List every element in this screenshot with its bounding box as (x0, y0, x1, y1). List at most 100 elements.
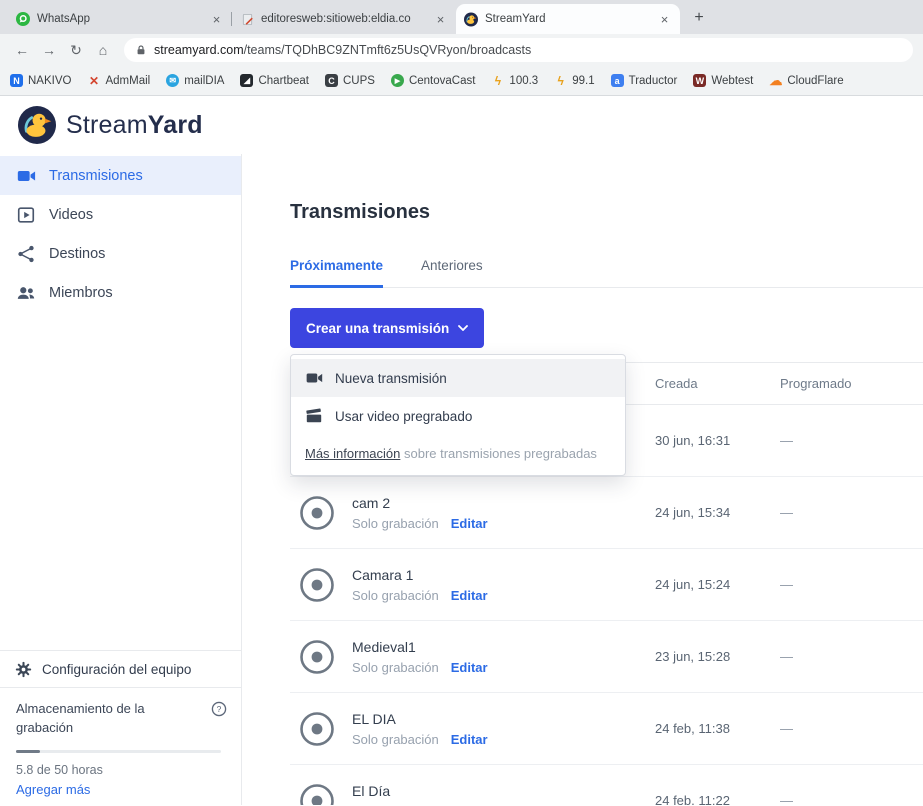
tab-title: WhatsApp (37, 13, 202, 25)
tab-streamyard[interactable]: StreamYard × (456, 4, 680, 34)
browser-toolbar: ← → ↻ ⌂ streamyard.com/teams/TQDhBC9ZNTm… (0, 34, 923, 66)
storage-section: Almacenamiento de la grabación ? 5.8 de … (0, 687, 241, 805)
main-content: Transmisiones Próximamente Anteriores Cr… (242, 154, 923, 805)
table-row[interactable]: Medieval1 Solo grabaciónEditar 23 jun, 1… (290, 621, 923, 693)
scheduled-date: — (780, 577, 923, 592)
tab-editoresweb[interactable]: editoresweb:sitioweb:eldia.co × (232, 4, 456, 34)
close-icon[interactable]: × (433, 12, 448, 27)
table-row[interactable]: Camara 1 Solo grabaciónEditar 24 jun, 15… (290, 549, 923, 621)
more-info-text: Más información sobre transmisiones preg… (291, 435, 625, 475)
reload-icon[interactable]: ↻ (64, 38, 88, 62)
bookmark-chartbeat[interactable]: Chartbeat (240, 74, 309, 87)
bookmark-cups[interactable]: CUPS (325, 74, 375, 87)
translate-icon (611, 74, 624, 87)
storage-progress-fill (16, 750, 40, 753)
storage-label: Almacenamiento de la grabación (16, 700, 168, 738)
whatsapp-icon (16, 12, 30, 26)
column-creada: Creada (655, 376, 780, 391)
bookmark-maildia[interactable]: mailDIA (166, 74, 224, 87)
tab-anteriores[interactable]: Anteriores (421, 258, 483, 288)
edit-link[interactable]: Editar (451, 516, 488, 531)
menu-item-video-pregrabado[interactable]: Usar video pregrabado (291, 397, 625, 435)
dove-icon (166, 74, 179, 87)
table-row[interactable]: EL DIA Solo grabaciónEditar 24 feb, 11:3… (290, 693, 923, 765)
tab-proximamente[interactable]: Próximamente (290, 258, 383, 288)
created-date: 24 jun, 15:24 (655, 577, 780, 592)
broadcast-title: Camara 1 (352, 567, 488, 583)
sidebar-item-transmisiones[interactable]: Transmisiones (0, 156, 241, 195)
bookmark-admmail[interactable]: AdmMail (87, 74, 150, 87)
bookmark-label: Webtest (711, 75, 753, 87)
create-broadcast: Crear una transmisión Nueva transmisión … (290, 308, 484, 348)
edit-link[interactable]: Editar (451, 660, 488, 675)
video-library-icon (16, 205, 36, 225)
people-icon (16, 283, 36, 303)
scheduled-date: — (780, 649, 923, 664)
bookmark-100-3[interactable]: 100.3 (491, 74, 538, 87)
create-broadcast-button[interactable]: Crear una transmisión (290, 308, 484, 348)
menu-item-nueva-transmision[interactable]: Nueva transmisión (291, 359, 625, 397)
table-row[interactable]: cam 2 Solo grabaciónEditar 24 jun, 15:34… (290, 477, 923, 549)
edit-link[interactable]: Editar (451, 732, 488, 747)
created-date: 24 jun, 15:34 (655, 505, 780, 520)
created-date: 30 jun, 16:31 (655, 433, 780, 448)
bookmark-cloudflare[interactable]: CloudFlare (769, 74, 843, 87)
scheduled-date: — (780, 793, 923, 805)
table-row[interactable]: El Día Solo grabación Editar 24 feb, 11:2… (290, 765, 923, 805)
broadcast-tabs: Próximamente Anteriores (290, 258, 923, 288)
lock-icon (135, 44, 147, 56)
broadcast-subtitle: Solo grabación (352, 732, 439, 747)
bookmark-label: 100.3 (509, 75, 538, 87)
record-icon (298, 710, 336, 748)
editor-page-icon (240, 12, 254, 26)
videocam-icon (16, 166, 36, 186)
sidebar-item-label: Miembros (49, 285, 113, 301)
back-icon[interactable]: ← (10, 38, 34, 62)
cloud-icon (769, 74, 782, 87)
lightning-icon (491, 74, 504, 87)
sidebar: Transmisiones Videos Destinos Miembros C… (0, 154, 242, 805)
help-icon[interactable]: ? (211, 701, 227, 722)
sidebar-item-miembros[interactable]: Miembros (0, 273, 241, 312)
streamyard-header: StreamYard (0, 96, 923, 154)
sidebar-item-label: Videos (49, 207, 93, 223)
share-icon (16, 244, 36, 264)
edit-link[interactable]: Editar (451, 804, 488, 806)
created-date: 24 feb, 11:22 (655, 793, 780, 805)
team-settings-button[interactable]: Configuración del equipo (0, 650, 241, 687)
close-icon[interactable]: × (209, 12, 224, 27)
close-icon[interactable]: × (657, 12, 672, 27)
new-tab-button[interactable]: + (686, 5, 712, 31)
edit-link[interactable]: Editar (451, 588, 488, 603)
videocam-icon (305, 369, 323, 387)
add-more-link[interactable]: Agregar más (16, 782, 225, 797)
tab-whatsapp[interactable]: WhatsApp × (8, 4, 232, 34)
bookmark-label: mailDIA (184, 75, 224, 87)
menu-item-label: Usar video pregrabado (335, 409, 472, 424)
bookmark-99-1[interactable]: 99.1 (554, 74, 594, 87)
brand-name: StreamYard (66, 111, 203, 140)
create-broadcast-label: Crear una transmisión (306, 321, 449, 336)
broadcast-title: El Día (352, 783, 488, 799)
home-icon[interactable]: ⌂ (91, 38, 115, 62)
sidebar-item-videos[interactable]: Videos (0, 195, 241, 234)
broadcast-subtitle: Solo grabación (352, 804, 439, 806)
sidebar-item-destinos[interactable]: Destinos (0, 234, 241, 273)
address-bar[interactable]: streamyard.com/teams/TQDhBC9ZNTmft6z5UsQ… (124, 38, 913, 62)
clapperboard-icon (305, 407, 323, 425)
shield-icon (10, 74, 23, 87)
forward-icon[interactable]: → (37, 38, 61, 62)
bookmark-webtest[interactable]: Webtest (693, 74, 753, 87)
chart-icon (240, 74, 253, 87)
bookmark-nakivo[interactable]: NAKIVO (10, 74, 71, 87)
storage-usage: 5.8 de 50 horas (16, 763, 225, 777)
broadcast-icon (391, 74, 404, 87)
more-info-link[interactable]: Más información (305, 446, 400, 461)
chevron-down-icon (458, 325, 468, 331)
broadcast-subtitle: Solo grabación (352, 660, 439, 675)
bookmark-centovacast[interactable]: CentovaCast (391, 74, 475, 87)
scheduled-date: — (780, 433, 923, 448)
globe-icon (693, 74, 706, 87)
bookmark-traductor[interactable]: Traductor (611, 74, 678, 87)
bookmark-label: NAKIVO (28, 75, 71, 87)
